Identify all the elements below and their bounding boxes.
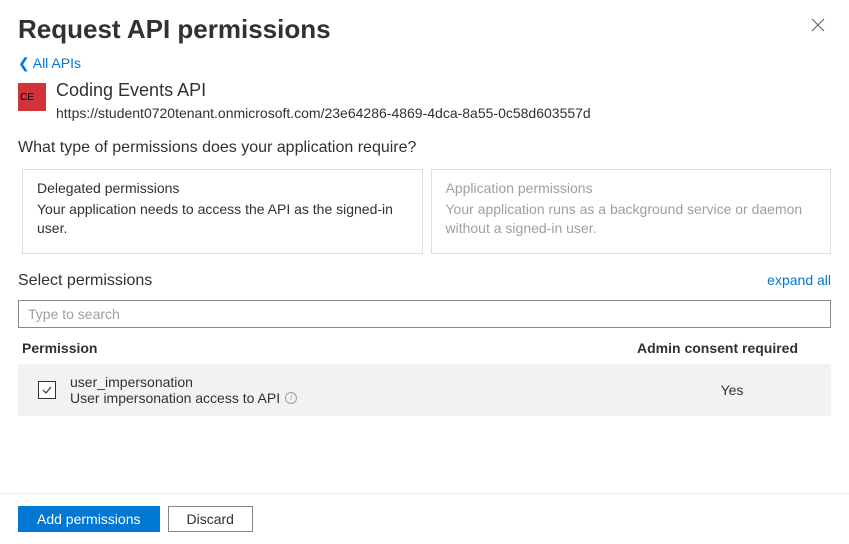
page-title: Request API permissions [18,14,331,45]
close-button[interactable] [805,14,831,40]
info-icon[interactable]: i [285,392,297,404]
admin-consent-value: Yes [637,382,827,398]
permission-checkbox[interactable] [38,381,56,399]
api-url: https://student0720tenant.onmicrosoft.co… [56,102,591,124]
discard-button[interactable]: Discard [168,506,253,532]
permission-type-question: What type of permissions does your appli… [0,139,849,169]
delegated-card-title: Delegated permissions [37,180,408,196]
back-link-label: All APIs [33,55,81,71]
api-name: Coding Events API [56,79,591,102]
select-permissions-label: Select permissions [18,272,152,290]
delegated-card-desc: Your application needs to access the API… [37,200,408,239]
back-all-apis-link[interactable]: ❮ All APIs [0,55,849,79]
application-permissions-card[interactable]: Application permissions Your application… [431,169,832,254]
application-card-title: Application permissions [446,180,817,196]
table-header: Permission Admin consent required [18,332,831,364]
application-card-desc: Your application runs as a background se… [446,200,817,239]
add-permissions-button[interactable]: Add permissions [18,506,160,532]
api-app-icon: CE [18,83,46,111]
permission-row[interactable]: user_impersonation User impersonation ac… [18,364,831,416]
delegated-permissions-card[interactable]: Delegated permissions Your application n… [22,169,423,254]
expand-all-link[interactable]: expand all [767,272,831,288]
check-icon [41,384,53,396]
column-admin-consent: Admin consent required [637,340,827,356]
search-box[interactable] [18,300,831,328]
permission-description: User impersonation access to API [70,390,280,406]
search-input[interactable] [19,301,830,327]
close-icon [811,18,825,32]
column-permission: Permission [22,340,637,356]
permission-name: user_impersonation [70,374,637,390]
chevron-left-icon: ❮ [18,56,30,70]
